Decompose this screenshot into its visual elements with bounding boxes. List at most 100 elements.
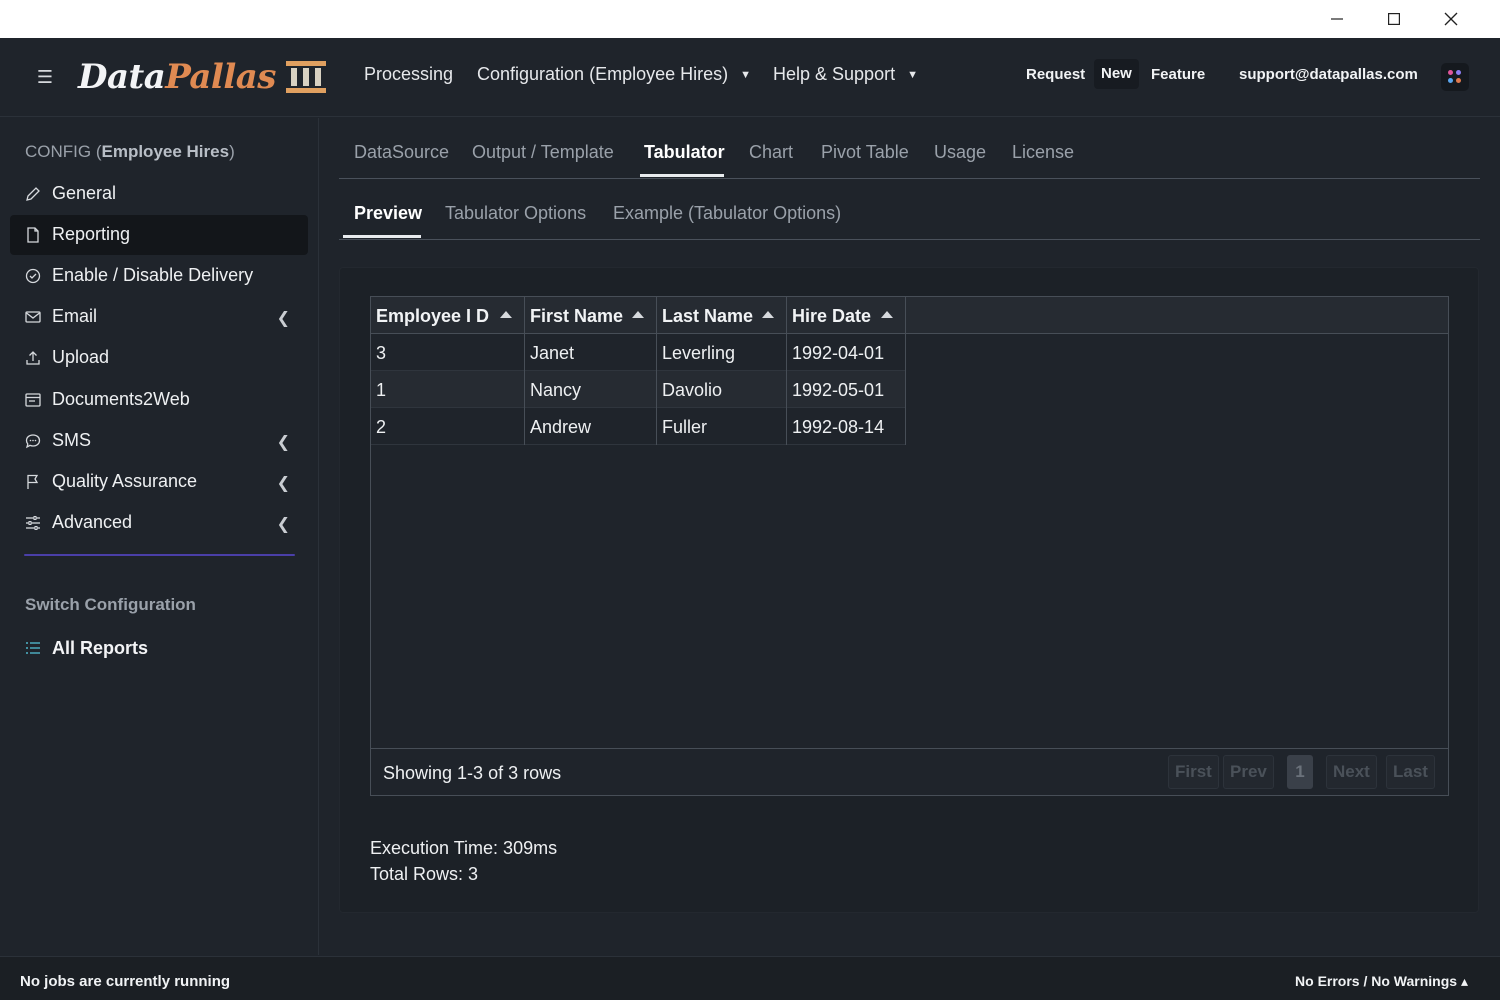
table-cell: Leverling bbox=[657, 334, 787, 371]
cell-value: Janet bbox=[530, 343, 575, 363]
brand-logo[interactable]: Data Pallas bbox=[78, 52, 326, 102]
nav-processing-label: Processing bbox=[364, 64, 454, 84]
sidebar-item-reporting[interactable]: Reporting bbox=[10, 215, 308, 255]
table-row[interactable]: 3 Janet Leverling 1992-04-01 bbox=[371, 334, 906, 371]
column-header-label: First Name bbox=[530, 306, 624, 326]
pencil-icon bbox=[26, 187, 40, 201]
chevron-left-icon: ❮ bbox=[276, 475, 290, 492]
chat-icon bbox=[25, 434, 41, 449]
sidebar-item-enable-disable-delivery[interactable]: Enable / Disable Delivery bbox=[10, 256, 308, 296]
chevron-left-icon: ❮ bbox=[276, 516, 290, 533]
sidebar-item-sms[interactable]: SMS ❮ bbox=[10, 421, 308, 461]
table-cell: Davolio bbox=[657, 371, 787, 408]
tab-preview[interactable]: Preview bbox=[354, 203, 422, 224]
cell-value: Fuller bbox=[662, 417, 708, 437]
tab-datasource[interactable]: DataSource bbox=[354, 142, 449, 163]
column-header-label: Employee I D bbox=[376, 306, 490, 326]
tab-tabulator[interactable]: Tabulator bbox=[644, 142, 725, 163]
table-cell: 1992-05-01 bbox=[787, 371, 906, 408]
maximize-icon[interactable] bbox=[1365, 0, 1422, 38]
pagination-last-button[interactable]: Last bbox=[1386, 755, 1435, 789]
request-link[interactable]: Request bbox=[1026, 66, 1085, 83]
active-tab-indicator bbox=[640, 174, 724, 177]
sidebar-item-label: Quality Assurance bbox=[52, 471, 198, 491]
sidebar-item-advanced[interactable]: Advanced ❮ bbox=[10, 503, 308, 543]
tabulator-subtabs: Preview Tabulator Options Example (Tabul… bbox=[339, 179, 1480, 240]
table-cell: Nancy bbox=[525, 371, 657, 408]
table-cell: Andrew bbox=[525, 408, 657, 445]
pagination-first-button[interactable]: First bbox=[1168, 755, 1219, 789]
feature-link[interactable]: Feature bbox=[1151, 66, 1205, 83]
close-icon[interactable] bbox=[1422, 0, 1479, 38]
sidebar-item-upload[interactable]: Upload bbox=[10, 338, 308, 378]
nav-configuration-label: Configuration (Employee Hires) bbox=[477, 64, 729, 84]
pagination-info: Showing 1-3 of 3 rows bbox=[383, 763, 562, 783]
chevron-left-icon: ❮ bbox=[276, 434, 290, 451]
tab-usage[interactable]: Usage bbox=[934, 142, 986, 163]
document-icon bbox=[27, 227, 39, 243]
total-rows: Total Rows: 3 bbox=[370, 864, 479, 884]
chevron-left-icon: ❮ bbox=[276, 310, 290, 327]
browser-icon bbox=[25, 393, 41, 407]
table-header: Employee I D First Name Last Name Hire D… bbox=[371, 297, 1448, 334]
new-badge[interactable]: New bbox=[1094, 59, 1139, 89]
pagination-prev-button[interactable]: Prev bbox=[1223, 755, 1274, 789]
list-icon bbox=[26, 642, 40, 654]
pagination-next-button[interactable]: Next bbox=[1326, 755, 1377, 789]
table-cell: 2 bbox=[371, 408, 525, 445]
column-header-last-name[interactable]: Last Name bbox=[657, 297, 787, 334]
sort-ascending-icon[interactable] bbox=[881, 311, 893, 318]
all-reports-link[interactable]: All Reports bbox=[10, 628, 308, 668]
nav-help-dropdown[interactable]: Help & Support ▼ bbox=[773, 64, 918, 85]
jobs-status: No jobs are currently running bbox=[20, 973, 231, 990]
errors-warnings-toggle[interactable]: No Errors / No Warnings ▴ bbox=[1295, 973, 1468, 990]
nav-configuration-dropdown[interactable]: Configuration (Employee Hires) ▼ bbox=[477, 64, 751, 85]
sidebar-item-documents2web[interactable]: Documents2Web bbox=[10, 380, 308, 420]
tab-example-tabulator-options[interactable]: Example (Tabulator Options) bbox=[613, 203, 841, 224]
flag-icon bbox=[27, 474, 39, 489]
table-cell: 1 bbox=[371, 371, 525, 408]
nav-processing[interactable]: Processing bbox=[364, 64, 453, 85]
column-header-first-name[interactable]: First Name bbox=[525, 297, 657, 334]
cell-value: Nancy bbox=[530, 380, 582, 400]
switch-configuration-title: Switch Configuration bbox=[25, 595, 196, 614]
support-email-link[interactable]: support@datapallas.com bbox=[1239, 66, 1418, 83]
sidebar-item-label: Advanced bbox=[52, 512, 133, 532]
window-titlebar bbox=[0, 0, 1500, 38]
cell-value: Andrew bbox=[530, 417, 592, 437]
sidebar-item-general[interactable]: General bbox=[10, 174, 308, 214]
minimize-icon[interactable] bbox=[1308, 0, 1365, 38]
cell-value: 2 bbox=[376, 417, 387, 437]
upload-icon bbox=[26, 351, 40, 365]
tab-pivot-table[interactable]: Pivot Table bbox=[821, 142, 909, 163]
hamburger-icon[interactable]: ☰ bbox=[34, 66, 56, 88]
config-title: CONFIG (Employee Hires) bbox=[25, 142, 235, 162]
sidebar: CONFIG (Employee Hires) General Reportin… bbox=[0, 118, 319, 955]
sort-ascending-icon[interactable] bbox=[632, 311, 644, 318]
column-header-hire-date[interactable]: Hire Date bbox=[787, 297, 906, 334]
sidebar-item-email[interactable]: Email ❮ bbox=[10, 297, 308, 337]
column-header-employee-id[interactable]: Employee I D bbox=[371, 297, 525, 334]
brand-name-part1: Data bbox=[78, 57, 166, 97]
tab-output-template[interactable]: Output / Template bbox=[472, 142, 614, 163]
brand-name-part2: Pallas bbox=[165, 57, 276, 97]
all-reports-label: All Reports bbox=[52, 638, 149, 658]
pagination-page-1-button[interactable]: 1 bbox=[1287, 755, 1313, 789]
sidebar-item-label: SMS bbox=[52, 430, 92, 450]
tab-chart[interactable]: Chart bbox=[749, 142, 793, 163]
table-row[interactable]: 2 Andrew Fuller 1992-08-14 bbox=[371, 408, 906, 445]
data-table: Employee I D First Name Last Name Hire D… bbox=[370, 296, 1449, 796]
table-footer: Showing 1-3 of 3 rows First Prev 1 Next … bbox=[371, 748, 1448, 795]
sidebar-item-quality-assurance[interactable]: Quality Assurance ❮ bbox=[10, 462, 308, 502]
tab-tabulator-options[interactable]: Tabulator Options bbox=[445, 203, 586, 224]
apps-grid-icon[interactable] bbox=[1441, 63, 1469, 91]
sort-ascending-icon[interactable] bbox=[762, 311, 774, 318]
cell-value: 1992-08-14 bbox=[792, 417, 885, 437]
sort-ascending-icon[interactable] bbox=[500, 311, 512, 318]
table-row[interactable]: 1 Nancy Davolio 1992-05-01 bbox=[371, 371, 906, 408]
config-tabs: DataSource Output / Template Tabulator C… bbox=[339, 118, 1480, 179]
status-bar: No jobs are currently running No Errors … bbox=[0, 956, 1500, 1000]
cell-value: 1992-05-01 bbox=[792, 380, 885, 400]
cell-value: 1992-04-01 bbox=[792, 343, 885, 363]
tab-license[interactable]: License bbox=[1012, 142, 1074, 163]
